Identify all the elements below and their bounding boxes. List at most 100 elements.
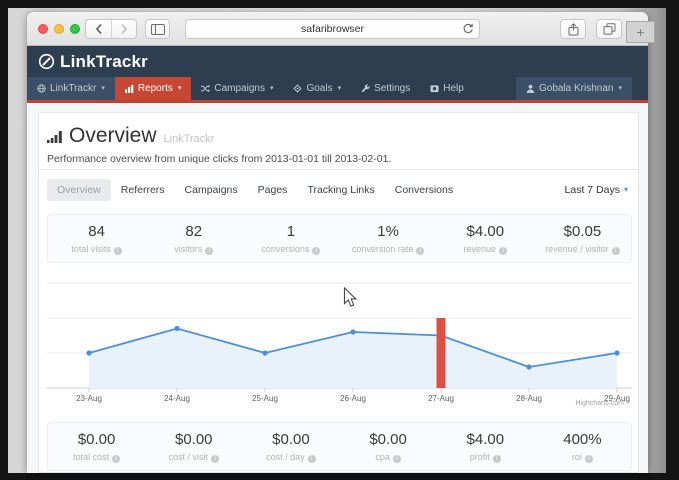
- x-axis-label-23-aug: 23-Aug: [76, 394, 102, 403]
- data-point-25-aug[interactable]: [262, 350, 267, 355]
- stat-label-text: conversions: [261, 244, 309, 254]
- stat-value: $0.00: [242, 431, 339, 448]
- stat-label: conversion ratei: [340, 244, 437, 255]
- info-icon[interactable]: i: [211, 455, 219, 463]
- nav-item-campaigns[interactable]: Campaigns▾: [191, 77, 283, 100]
- page-title-suffix: LinkTrackr: [164, 133, 215, 145]
- nav-item-goals[interactable]: Goals ▾: [283, 77, 351, 100]
- reload-icon[interactable]: [462, 23, 474, 38]
- forward-chevron-icon: [120, 23, 128, 35]
- nav-item-settings[interactable]: Settings: [351, 77, 420, 100]
- date-range-selector[interactable]: Last 7 Days ▾: [565, 184, 628, 196]
- nav-item-label: Goals: [306, 83, 332, 94]
- nav-item-label: Help: [443, 83, 464, 94]
- info-icon[interactable]: i: [114, 247, 122, 255]
- stat-label: cost / dayi: [242, 452, 339, 463]
- zoom-window-button[interactable]: [70, 24, 80, 34]
- mouse-cursor: [343, 287, 357, 313]
- tab-pages[interactable]: Pages: [248, 179, 298, 201]
- linktrackr-logo[interactable]: LinkTrackr: [38, 52, 148, 72]
- data-point-29-aug[interactable]: [614, 350, 619, 355]
- nav-item-help[interactable]: Help: [420, 77, 474, 100]
- nav-item-label: Campaigns: [214, 83, 265, 94]
- conversion-column-27-aug[interactable]: [437, 318, 446, 388]
- stat-revenue-visitor: $0.05revenue / visitori: [534, 215, 631, 262]
- nav-item-label: Gobala Krishnan: [539, 83, 614, 94]
- info-icon[interactable]: i: [205, 247, 213, 255]
- stat-cost-visit: $0.00cost / visiti: [145, 423, 242, 470]
- x-axis-label-28-aug: 28-Aug: [516, 394, 542, 403]
- back-button[interactable]: [86, 20, 111, 38]
- tab-tracking-links[interactable]: Tracking Links: [297, 179, 384, 201]
- sidebar-button[interactable]: [145, 19, 170, 39]
- tab-overview[interactable]: Overview: [47, 179, 111, 201]
- nav-item-label: Settings: [374, 83, 410, 94]
- share-button[interactable]: [560, 19, 586, 39]
- stat-conversions: 1 conversionsi: [242, 215, 339, 262]
- help-icon: [430, 84, 439, 93]
- caret-down-icon: ▾: [618, 85, 622, 92]
- show-tabs-button[interactable]: [596, 19, 622, 39]
- data-point-28-aug[interactable]: [526, 364, 531, 369]
- tab-campaigns[interactable]: Campaigns: [175, 179, 248, 201]
- safari-window: safaribrowser LinkTrackr LinkTrackr▾Repo…: [27, 12, 648, 473]
- forward-button[interactable]: [111, 20, 136, 38]
- tab-referrers[interactable]: Referrers: [111, 179, 175, 201]
- data-point-26-aug[interactable]: [350, 329, 355, 334]
- stat-label: conversionsi: [242, 244, 339, 255]
- info-icon[interactable]: i: [312, 247, 320, 255]
- stat-label: cpai: [340, 452, 437, 463]
- data-point-23-aug[interactable]: [86, 350, 91, 355]
- stat-label-text: cost / day: [266, 452, 305, 462]
- stat-label: visitorsi: [145, 244, 242, 255]
- page-title-row: Overview LinkTrackr: [69, 124, 214, 148]
- user-icon: [526, 84, 535, 93]
- nav-item-linktrackr[interactable]: LinkTrackr▾: [27, 77, 115, 100]
- stat-label-text: revenue: [464, 244, 497, 254]
- stat-label-text: visitors: [174, 244, 202, 254]
- new-tab-button[interactable]: +: [626, 21, 655, 43]
- info-icon[interactable]: i: [585, 455, 593, 463]
- stat-total-cost: $0.00 total costi: [48, 423, 145, 470]
- tabs: OverviewReferrersCampaignsPagesTracking …: [47, 179, 463, 201]
- stat-value: 1%: [340, 223, 437, 240]
- close-window-button[interactable]: [38, 24, 48, 34]
- stat-value: 1: [242, 223, 339, 240]
- info-icon[interactable]: i: [308, 455, 316, 463]
- stats-row-bottom: $0.00total costi$0.00cost / visiti$0.00c…: [47, 422, 632, 471]
- stats-row-top: 84total visitsi82visitorsi1conversionsi1…: [47, 214, 632, 263]
- stat-label: total costi: [48, 452, 145, 463]
- stat-label: roii: [534, 452, 631, 463]
- info-icon[interactable]: i: [393, 455, 401, 463]
- chart-credit: Highcharts.com: [575, 400, 624, 407]
- shuffle-icon: [201, 84, 210, 93]
- stat-value: $4.00: [437, 223, 534, 240]
- caret-down-icon: ▾: [338, 85, 342, 92]
- stat-total-visits: 84total visitsi: [48, 215, 145, 262]
- diamond-icon: [293, 84, 302, 93]
- info-icon[interactable]: i: [493, 455, 501, 463]
- wrench-icon: [361, 84, 370, 93]
- divider: [39, 169, 638, 170]
- address-bar[interactable]: safaribrowser: [185, 19, 480, 39]
- stat-value: $0.00: [48, 431, 145, 448]
- info-icon[interactable]: i: [499, 247, 507, 255]
- info-icon[interactable]: i: [112, 455, 120, 463]
- stat-label-text: cpa: [375, 452, 390, 462]
- user-menu[interactable]: Gobala Krishnan ▾: [516, 77, 632, 100]
- share-icon: [568, 23, 579, 36]
- bar-chart-icon: [47, 130, 65, 148]
- bar-chart-icon: [125, 84, 134, 93]
- nav-item-reports[interactable]: Reports▾: [115, 77, 192, 100]
- info-icon[interactable]: i: [416, 247, 424, 255]
- minimize-window-button[interactable]: [54, 24, 64, 34]
- info-icon[interactable]: i: [612, 247, 620, 255]
- stat-label-text: profit: [470, 452, 490, 462]
- tab-conversions[interactable]: Conversions: [385, 179, 463, 201]
- stat-profit: $4.00profiti: [437, 423, 534, 470]
- stat-cpa: $0.00cpai: [340, 423, 437, 470]
- stat-label: revenue / visitori: [534, 244, 631, 255]
- stat-value: 400%: [534, 431, 631, 448]
- logo-text: LinkTrackr: [60, 52, 148, 72]
- data-point-24-aug[interactable]: [174, 326, 179, 331]
